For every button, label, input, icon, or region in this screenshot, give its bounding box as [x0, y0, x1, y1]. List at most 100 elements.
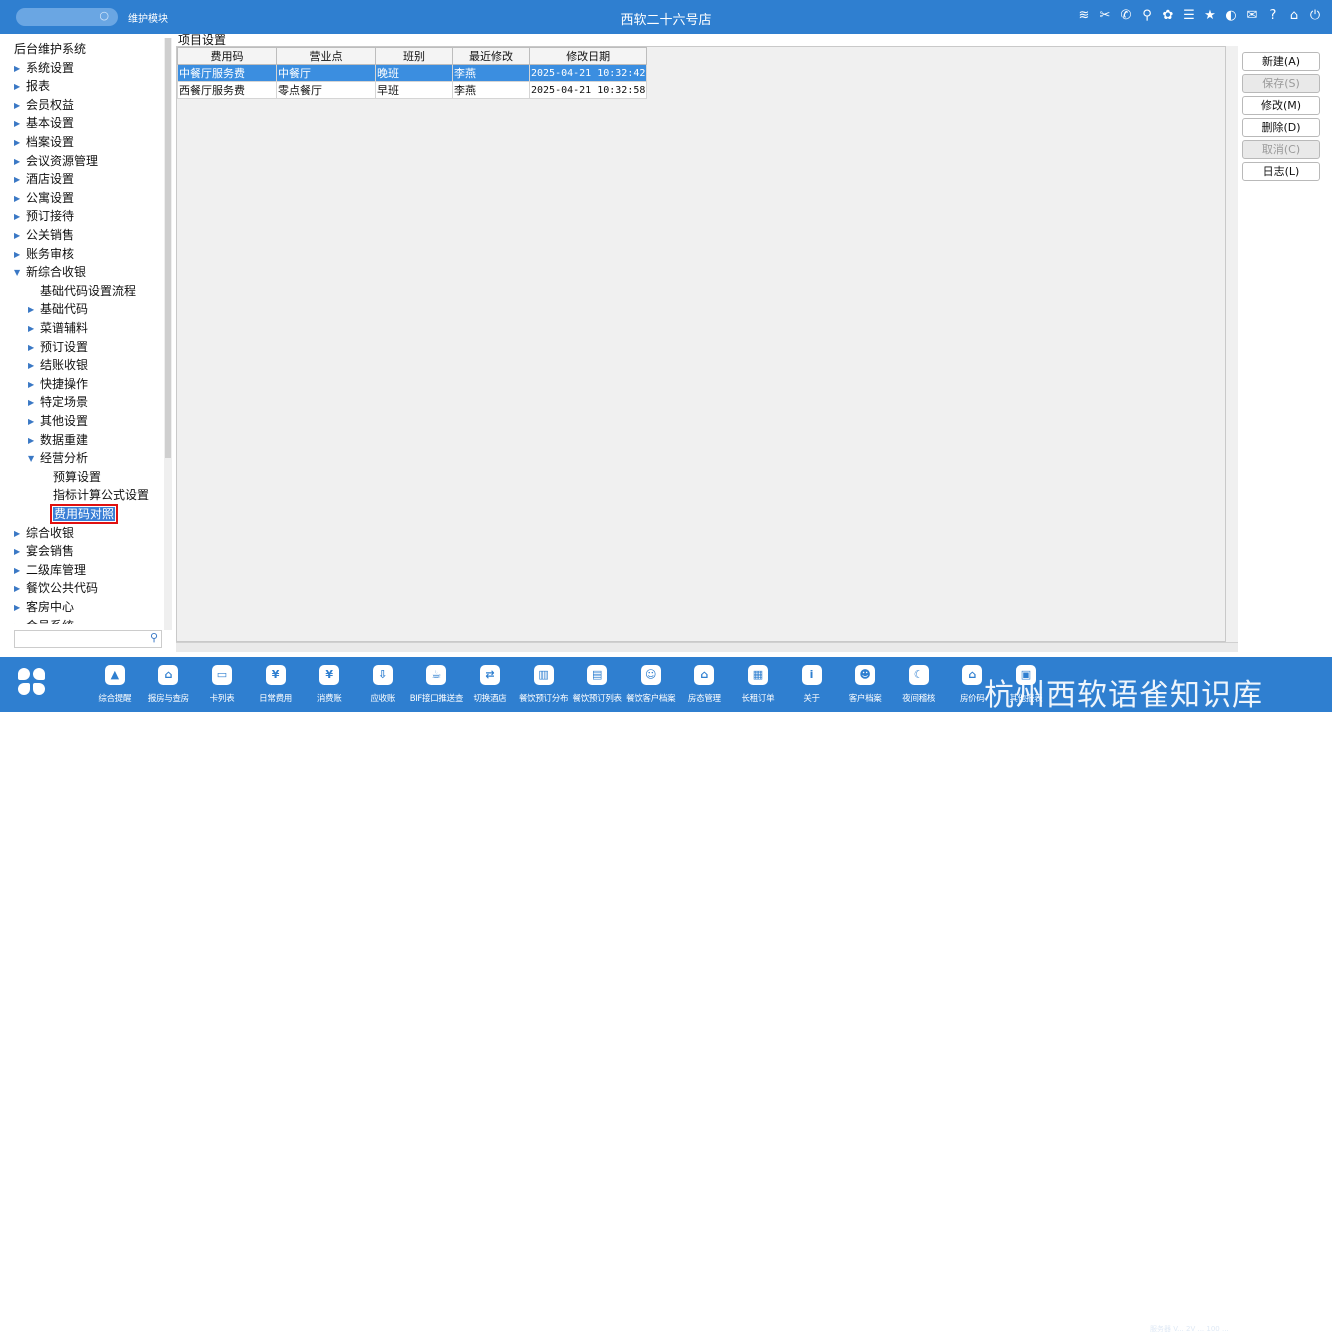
- tree-item[interactable]: ▼ 经营分析: [28, 449, 88, 467]
- table-row[interactable]: 中餐厅服务费 中餐厅 晚班 李燕 2025-04-21 10:32:42: [177, 64, 648, 82]
- column-header[interactable]: 营业点: [276, 47, 376, 65]
- home-icon[interactable]: ⌂: [1287, 8, 1301, 24]
- caret-right-icon[interactable]: ▶: [14, 246, 26, 264]
- new-button[interactable]: 新建(A): [1242, 52, 1320, 71]
- cell-fee-code[interactable]: 西餐厅服务费: [177, 81, 277, 99]
- tree-item[interactable]: ▶ 预订设置: [28, 338, 88, 356]
- palette-icon[interactable]: ✿: [1161, 8, 1175, 24]
- caret-right-icon[interactable]: ▶: [28, 320, 40, 338]
- switch-icon[interactable]: ⇄: [479, 665, 500, 685]
- tree-item[interactable]: ▶ 酒店设置: [14, 170, 74, 188]
- tool-button[interactable]: ▲ 综合提醒: [88, 665, 142, 704]
- tool-button[interactable]: ⇩ 应收账: [356, 665, 410, 704]
- info-icon[interactable]: i: [801, 665, 822, 685]
- caret-right-icon[interactable]: ▶: [28, 301, 40, 319]
- tree-item[interactable]: ▶ 基础代码: [28, 300, 88, 318]
- cell-fee-code[interactable]: 中餐厅服务费: [177, 64, 277, 82]
- tool-button[interactable]: i 关于: [785, 665, 839, 704]
- moon-icon[interactable]: ☾: [908, 665, 929, 685]
- receivable-icon[interactable]: ⇩: [372, 665, 393, 685]
- tree-item[interactable]: ▶ 宴会销售: [14, 542, 74, 560]
- caret-right-icon[interactable]: ▶: [14, 618, 26, 624]
- question-icon[interactable]: ?: [1266, 8, 1280, 24]
- caret-right-icon[interactable]: ▶: [14, 580, 26, 598]
- tree-item[interactable]: ▶会员系统: [14, 617, 74, 624]
- tree-item[interactable]: ▶ 特定场景: [28, 393, 88, 411]
- tree-item[interactable]: ▶ 预订接待: [14, 207, 74, 225]
- tree-item[interactable]: 指标计算公式设置: [41, 486, 149, 504]
- receipt-icon[interactable]: ¥: [265, 665, 286, 685]
- caret-right-icon[interactable]: ▶: [14, 171, 26, 189]
- caret-right-icon[interactable]: ▶: [28, 413, 40, 431]
- tool-button[interactable]: ▭ 卡列表: [195, 665, 249, 704]
- column-header[interactable]: 费用码: [177, 47, 277, 65]
- caret-right-icon[interactable]: ▶: [28, 376, 40, 394]
- cell-outlet[interactable]: 零点餐厅: [276, 81, 376, 99]
- column-header[interactable]: 最近修改: [452, 47, 530, 65]
- help-search-icon[interactable]: ⚲: [1140, 8, 1154, 24]
- caret-right-icon[interactable]: ▶: [14, 134, 26, 152]
- caret-right-icon[interactable]: ▶: [14, 562, 26, 580]
- tool-button[interactable]: ⌂ 报房与查房: [142, 665, 196, 704]
- bill-icon[interactable]: ¥: [319, 665, 340, 685]
- chart-icon[interactable]: ▥: [533, 665, 554, 685]
- theme-icon[interactable]: ◐: [1224, 8, 1238, 24]
- phone-icon[interactable]: ✆: [1119, 8, 1133, 24]
- tool-button[interactable]: ☾ 夜间稽核: [892, 665, 946, 704]
- tree-item[interactable]: ▶ 快捷操作: [28, 375, 88, 393]
- tree-item-selected[interactable]: 费用码对照: [41, 504, 119, 524]
- caret-right-icon[interactable]: ▶: [14, 543, 26, 561]
- cancel-button[interactable]: 取消(C): [1242, 140, 1320, 159]
- tree-item[interactable]: ▶ 系统设置: [14, 59, 74, 77]
- cell-modifier[interactable]: 李燕: [452, 64, 530, 82]
- user-icon[interactable]: ☺: [640, 665, 661, 685]
- tool-button[interactable]: ¥ 消费账: [302, 665, 356, 704]
- tree-item[interactable]: ▶ 会议资源管理: [14, 152, 98, 170]
- tree-item[interactable]: ▶ 客房中心: [14, 598, 74, 616]
- app-logo-icon[interactable]: [18, 668, 46, 696]
- tree-scrollbar-thumb[interactable]: [165, 38, 171, 458]
- caret-down-icon[interactable]: ▼: [14, 264, 26, 282]
- caret-right-icon[interactable]: ▶: [14, 208, 26, 226]
- caret-right-icon[interactable]: ▶: [14, 525, 26, 543]
- tree-search-input[interactable]: ⚲: [14, 630, 162, 648]
- tree-item[interactable]: ▶ 结账收银: [28, 356, 88, 374]
- cell-modifier[interactable]: 李燕: [452, 81, 530, 99]
- tree-item[interactable]: ▶ 餐饮公共代码: [14, 579, 98, 597]
- power-icon[interactable]: ⏻: [1308, 8, 1322, 24]
- cell-shift[interactable]: 晚班: [375, 64, 453, 82]
- house-icon[interactable]: ⌂: [694, 665, 715, 685]
- tree-item[interactable]: ▶ 会员权益: [14, 96, 74, 114]
- cell-shift[interactable]: 早班: [375, 81, 453, 99]
- lease-icon[interactable]: ▦: [747, 665, 768, 685]
- room-check-icon[interactable]: ⌂: [158, 665, 179, 685]
- tree-item[interactable]: ▶ 二级库管理: [14, 561, 86, 579]
- caret-right-icon[interactable]: ▶: [14, 227, 26, 245]
- tool-button[interactable]: ⌂ 房态管理: [678, 665, 732, 704]
- tool-button[interactable]: ▥ 餐饮预订分布: [517, 665, 571, 704]
- wifi-icon[interactable]: ≋: [1077, 8, 1091, 24]
- caret-right-icon[interactable]: ▶: [28, 394, 40, 412]
- tool-button[interactable]: ▤ 餐饮预订列表: [570, 665, 624, 704]
- tool-button[interactable]: ☕ BIF接口推送查: [410, 665, 463, 704]
- caret-right-icon[interactable]: ▶: [14, 97, 26, 115]
- caret-right-icon[interactable]: ▶: [14, 78, 26, 96]
- tree-scrollbar[interactable]: [164, 38, 172, 630]
- delete-button[interactable]: 删除(D): [1242, 118, 1320, 137]
- tree-item[interactable]: ▶ 公关销售: [14, 226, 74, 244]
- list-icon[interactable]: ▤: [587, 665, 608, 685]
- save-button[interactable]: 保存(S): [1242, 74, 1320, 93]
- cell-outlet[interactable]: 中餐厅: [276, 64, 376, 82]
- caret-right-icon[interactable]: ▶: [14, 153, 26, 171]
- card-icon[interactable]: ▭: [211, 665, 232, 685]
- menu-icon[interactable]: ☰: [1182, 8, 1196, 24]
- rate-icon[interactable]: ⌂: [962, 665, 983, 685]
- tool-button[interactable]: ☺ 餐饮客户档案: [624, 665, 678, 704]
- tools-icon[interactable]: ✂: [1098, 8, 1112, 24]
- tree-item[interactable]: ▶ 档案设置: [14, 133, 74, 151]
- caret-right-icon[interactable]: ▶: [28, 357, 40, 375]
- star-icon[interactable]: ★: [1203, 8, 1217, 24]
- tool-button[interactable]: ☻ 客户档案: [838, 665, 892, 704]
- table-row[interactable]: 西餐厅服务费 零点餐厅 早班 李燕 2025-04-21 10:32:58: [177, 81, 648, 99]
- tree-item[interactable]: ▶ 报表: [14, 77, 50, 95]
